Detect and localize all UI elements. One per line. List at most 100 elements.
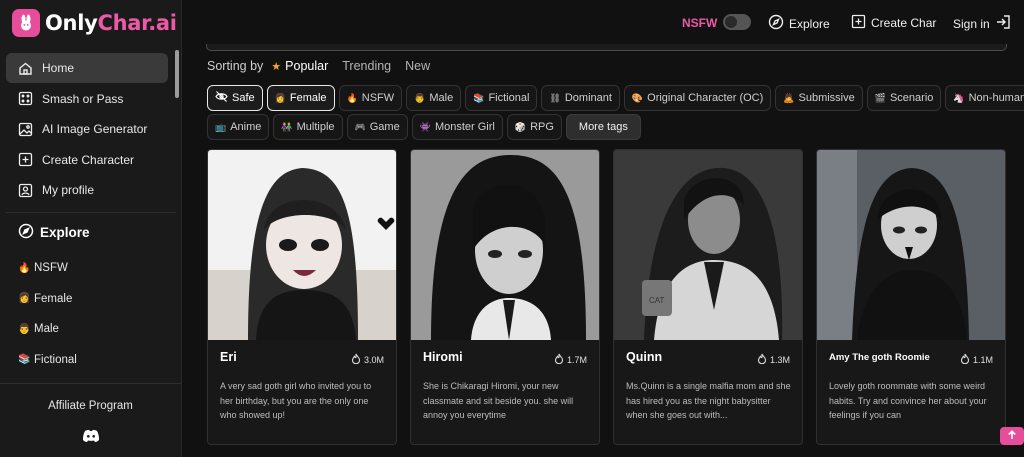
category-item-male[interactable]: 👨 Male [18, 314, 168, 345]
brand-logo[interactable]: OnlyChar.ai [12, 9, 177, 37]
woman-icon: 👩 [18, 293, 31, 305]
chain-icon: ⛓ [549, 92, 561, 103]
couple-icon: 👫 [281, 121, 293, 132]
sidebar-item-label: Home [42, 61, 75, 75]
character-name: Hiromi [423, 350, 463, 364]
tag-multiple[interactable]: 👫 Multiple [273, 114, 343, 140]
character-card-quinn[interactable]: CAT Quinn 1.3M Ms.Quinn is a single malf… [613, 149, 803, 445]
explore-heading[interactable]: Explore [18, 223, 90, 242]
tv-icon: 📺 [215, 121, 227, 132]
character-name: Eri [220, 350, 237, 364]
monster-icon: 👾 [419, 121, 431, 132]
character-description: Lovely goth roommate with some weird hab… [829, 381, 987, 420]
tag-dominant[interactable]: ⛓ Dominant [541, 85, 620, 111]
man-icon: 👨 [414, 92, 426, 103]
compass-icon [768, 14, 784, 33]
image-icon [18, 122, 33, 137]
character-name: Quinn [626, 350, 663, 364]
man-icon: 👨 [18, 323, 31, 335]
tag-scenario[interactable]: 🎬 Scenario [866, 85, 942, 111]
bowing-icon: 🙇 [783, 92, 795, 103]
more-tags-button[interactable]: More tags [565, 114, 641, 140]
character-description: She is Chikaragi Hiromi, your new classm… [423, 381, 574, 420]
gamepad-icon: 🎮 [354, 121, 366, 132]
chat-count: 3.0M [351, 353, 384, 366]
home-icon [18, 61, 33, 76]
sign-in-icon [995, 14, 1011, 33]
sidebar-item-create-character[interactable]: Create Character [6, 145, 168, 175]
character-card-amy[interactable]: Amy The goth Roomie 1.1M Lovely goth roo… [816, 149, 1006, 445]
header-create-char-link[interactable]: Create Char [851, 14, 936, 32]
arrow-up-icon [1007, 427, 1017, 445]
tag-rpg[interactable]: 🎲 RPG [506, 114, 562, 140]
category-item-fictional[interactable]: 📚 Fictional [18, 345, 168, 376]
header-explore-link[interactable]: Explore [768, 14, 830, 33]
category-item-female[interactable]: 👩 Female [18, 284, 168, 315]
header-sign-in-link[interactable]: Sign in [953, 14, 1011, 33]
unicorn-icon: 🦄 [953, 92, 965, 103]
sidebar: OnlyChar.ai Home Smash or Pass AI Image … [0, 0, 182, 457]
sidebar-scrollbar[interactable] [175, 50, 179, 98]
fire-outline-icon [351, 353, 361, 366]
category-list: 🔥 NSFW 👩 Female 👨 Male 📚 Fictional [18, 253, 168, 375]
sidebar-item-smash-or-pass[interactable]: Smash or Pass [6, 84, 168, 114]
character-description: A very sad goth girl who invited you to … [220, 381, 372, 420]
tag-female[interactable]: 👩 Female [266, 85, 335, 111]
sort-option-new[interactable]: New [405, 59, 430, 73]
sidebar-item-home[interactable]: Home [6, 53, 168, 83]
star-icon: ★ [271, 60, 282, 73]
tag-anime[interactable]: 📺 Anime [207, 114, 270, 140]
search-bar-edge [206, 44, 1007, 51]
tag-fictional[interactable]: 📚 Fictional [465, 85, 538, 111]
character-image [208, 150, 396, 340]
top-header: NSFW Explore Create Char Sign in [183, 0, 1024, 44]
sidebar-footer: Affiliate Program [0, 383, 181, 457]
character-card-eri[interactable]: Eri 3.0M A very sad goth girl who invite… [207, 149, 397, 445]
woman-icon: 👩 [274, 92, 286, 103]
fire-outline-icon [757, 353, 767, 366]
tag-original-character[interactable]: 🎨 Original Character (OC) [623, 85, 772, 111]
tag-male[interactable]: 👨 Male [406, 85, 462, 111]
sidebar-item-ai-image-generator[interactable]: AI Image Generator [6, 114, 168, 144]
sorting-label: Sorting by [207, 59, 264, 73]
tag-game[interactable]: 🎮 Game [346, 114, 408, 140]
affiliate-program-link[interactable]: Affiliate Program [0, 400, 181, 412]
dice-icon: 🎲 [514, 121, 527, 132]
nsfw-toggle-label: NSFW [682, 16, 718, 30]
palette-icon: 🎨 [631, 92, 644, 103]
chat-count: 1.3M [757, 353, 790, 366]
character-image: CAT [614, 150, 802, 340]
grid-icon [18, 91, 33, 106]
sidebar-item-my-profile[interactable]: My profile [6, 175, 168, 205]
chat-count: 1.7M [554, 353, 587, 366]
tag-non-human[interactable]: 🦄 Non-human [945, 85, 1024, 111]
sort-option-popular[interactable]: Popular [285, 59, 328, 73]
character-image [411, 150, 599, 340]
tag-safe[interactable]: Safe [207, 85, 263, 111]
tag-submissive[interactable]: 🙇 Submissive [775, 85, 863, 111]
sidebar-item-label: Smash or Pass [42, 91, 124, 106]
category-item-nsfw[interactable]: 🔥 NSFW [18, 253, 168, 284]
character-description: Ms.Quinn is a single malfia mom and she … [626, 381, 791, 420]
compass-icon [18, 223, 34, 242]
tag-filter-row-2: 📺 Anime 👫 Multiple 🎮 Game 👾 Monster Girl 🎲 RP… [207, 114, 1007, 140]
character-card-hiromi[interactable]: Hiromi 1.7M She is Chikaragi Hiromi, you… [410, 149, 600, 445]
sorting-bar: Sorting by ★ Popular Trending New [207, 59, 444, 73]
fire-icon: 🔥 [346, 92, 358, 103]
tag-monster-girl[interactable]: 👾 Monster Girl [411, 114, 503, 140]
plus-square-icon [851, 14, 866, 32]
nsfw-toggle[interactable] [723, 14, 751, 30]
character-grid: Eri 3.0M A very sad goth girl who invite… [207, 149, 1007, 449]
books-icon: 📚 [18, 354, 31, 366]
discord-icon[interactable] [82, 429, 100, 448]
sidebar-nav: Home Smash or Pass AI Image Generator Cr… [6, 53, 168, 206]
tag-nsfw[interactable]: 🔥 NSFW [338, 85, 403, 111]
plus-square-icon [18, 152, 33, 167]
sidebar-item-label: AI Image Generator [42, 122, 148, 136]
fire-icon: 🔥 [18, 262, 31, 274]
scroll-to-top-button[interactable] [1000, 427, 1024, 445]
sidebar-item-label: Create Character [42, 152, 135, 167]
sort-option-trending[interactable]: Trending [342, 59, 391, 73]
clapper-icon: 🎬 [874, 92, 886, 103]
chat-count: 1.1M [960, 353, 993, 366]
